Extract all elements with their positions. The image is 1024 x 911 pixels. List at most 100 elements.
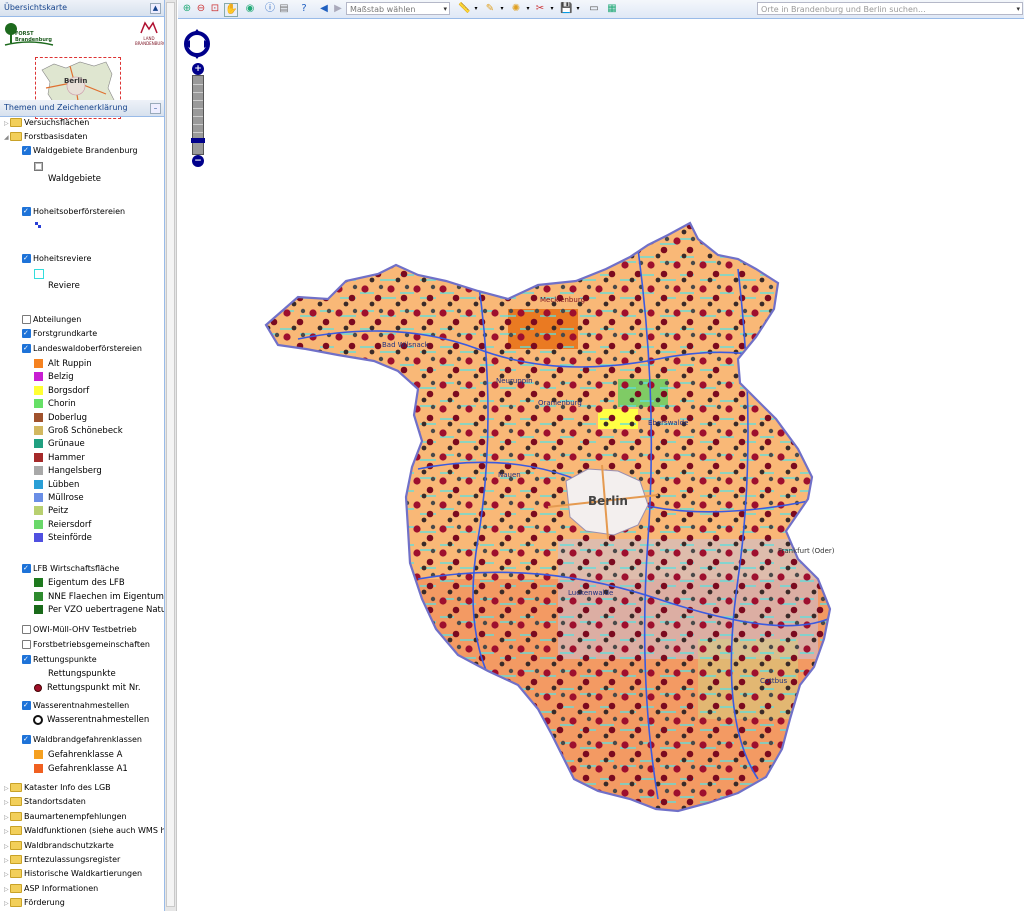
folder-icon <box>10 826 22 836</box>
map-export-icon[interactable]: ▦ <box>606 3 618 15</box>
layer-wasserentnahmestellen[interactable]: Wasserentnahmestellen <box>22 699 129 712</box>
folder-label: Standortsdaten <box>24 797 86 807</box>
waldbrand-legend-item: Gefahrenklasse A1 <box>34 763 128 776</box>
folder-label: Versuchsflächen <box>24 118 90 127</box>
legend-label: Belzig <box>48 372 74 383</box>
folder-icon <box>10 840 22 850</box>
folder-label: Waldfunktionen (siehe auch WMS hinz <box>24 826 165 836</box>
layer-hoheitsoberfoerstereien[interactable]: Hoheitsoberförstereien <box>22 205 125 218</box>
folder-icon <box>10 869 22 879</box>
layer-waldgebiete[interactable]: Waldgebiete Brandenburg <box>22 144 138 157</box>
themes-collapse-button[interactable]: – <box>150 103 161 114</box>
legend-swatch-icon <box>34 399 43 409</box>
layer-landeswaldoberfoerstereien[interactable]: Landeswaldoberförstereien <box>22 342 142 355</box>
layer-checkbox[interactable] <box>22 342 31 355</box>
layer-checkbox[interactable] <box>22 144 31 157</box>
highlight-icon[interactable]: ✺ <box>510 3 522 15</box>
layer-forstbetriebsgemeinschaften[interactable]: Forstbetriebsgemeinschaften <box>22 638 150 651</box>
tree-folder[interactable]: ▷ Historische Waldkartierungen <box>4 867 142 880</box>
forst-logo-text: FORST Brandenburg <box>15 31 52 43</box>
legend-label: Peitz <box>48 506 69 517</box>
left-panel: Übersichtskarte ▲ FORST Brandenburg LAND… <box>0 0 165 911</box>
legend-label: Lübben <box>48 479 80 490</box>
chevron-down-icon[interactable]: ▾ <box>572 3 584 15</box>
landeswald-legend-item: Groß Schönebeck <box>34 425 123 438</box>
tree-folder-forstbasisdaten[interactable]: ◢ Forstbasisdaten <box>4 130 87 143</box>
layer-checkbox[interactable] <box>22 699 31 712</box>
folder-open-icon <box>10 132 22 141</box>
chevron-down-icon[interactable]: ▾ <box>470 3 482 15</box>
legend-label: Wasserentnahmestellen <box>47 715 150 725</box>
tree-folder[interactable]: ▷ Baumartenempfehlungen <box>4 810 127 823</box>
layer-owi-muell[interactable]: OWI-Müll-OHV Testbetrieb <box>22 623 137 636</box>
tree-folder[interactable]: ▷ Förderung <box>4 896 65 909</box>
tree-folder[interactable]: ▷ Erntezulassungsregister <box>4 853 120 866</box>
layer-rettungspunkte[interactable]: Rettungspunkte <box>22 653 97 666</box>
tree-folder[interactable]: ▷ Waldbrandschutzkarte <box>4 839 114 852</box>
help-icon[interactable]: ? <box>298 3 310 15</box>
left-panel-scrollbar[interactable] <box>165 0 177 911</box>
zoom-in-icon[interactable]: ⊕ <box>181 3 193 15</box>
waldbrand-legend-item: Gefahrenklasse A <box>34 749 122 762</box>
measure-icon[interactable]: 📏 <box>458 3 470 15</box>
layer-forstgrundkarte[interactable]: Forstgrundkarte <box>22 327 97 340</box>
tree-folder-versuchsflaechen[interactable]: ▷ Versuchsflächen <box>4 116 89 129</box>
chevron-down-icon[interactable]: ▾ <box>546 3 558 15</box>
layer-hoheitsreviere[interactable]: Hoheitsreviere <box>22 252 91 265</box>
layer-checkbox[interactable] <box>22 562 31 575</box>
themes-title: Themen und Zeichenerklärung <box>4 103 128 112</box>
legend-rettungspunkte-title: Rettungspunkte <box>48 669 116 679</box>
legend-label: Grünaue <box>48 439 85 450</box>
layer-lfb-wirtschaftsflaeche[interactable]: LFB Wirtschaftsfläche <box>22 562 119 575</box>
legend-label: NNE Flaechen im Eigentum <box>48 591 164 602</box>
layer-label: LFB Wirtschaftsfläche <box>33 564 120 573</box>
eraser-icon[interactable]: ✂ <box>534 3 546 15</box>
forward-arrow-icon[interactable]: ▶ <box>332 3 344 15</box>
zoom-box-icon[interactable]: ⊡ <box>209 3 221 15</box>
overview-map[interactable]: FORST Brandenburg LAND BRANDENBURG Berli… <box>0 17 164 119</box>
pan-hand-icon[interactable]: ✋ <box>224 3 238 17</box>
scale-select[interactable]: Maßstab wählen ▾ <box>346 2 450 15</box>
overview-header: Übersichtskarte ▲ <box>0 0 164 17</box>
search-placeholder: Orte in Brandenburg und Berlin suchen... <box>761 5 926 14</box>
tree-folder[interactable]: ▷ Kataster Info des LGB <box>4 781 111 794</box>
pencil-icon[interactable]: ✎ <box>484 3 496 15</box>
info-icon[interactable]: ⓘ <box>264 3 276 15</box>
chevron-down-icon[interactable]: ▾ <box>496 3 508 15</box>
overview-collapse-button[interactable]: ▲ <box>150 3 161 14</box>
tree-folder[interactable]: ▷ Standortsdaten <box>4 795 86 808</box>
landeswald-legend-item: Hammer <box>34 452 85 465</box>
layer-label: Forstgrundkarte <box>33 329 98 338</box>
legend-label: Groß Schönebeck <box>48 426 123 436</box>
zoom-out-icon[interactable]: ⊖ <box>195 3 207 15</box>
tree-folder[interactable]: ▷ Waldfunktionen (siehe auch WMS hinz <box>4 824 165 837</box>
layer-checkbox[interactable] <box>22 733 31 746</box>
place-search-input[interactable]: Orte in Brandenburg und Berlin suchen...… <box>757 2 1023 15</box>
scrollbar-thumb[interactable] <box>166 2 175 907</box>
layer-checkbox[interactable] <box>22 640 31 649</box>
full-extent-icon[interactable]: ◉ <box>244 3 256 15</box>
layer-checkbox[interactable] <box>22 252 31 265</box>
back-arrow-icon[interactable]: ◀ <box>318 3 330 15</box>
layer-checkbox[interactable] <box>22 625 31 634</box>
map-place-label: Nauen <box>498 471 521 479</box>
layer-checkbox[interactable] <box>22 315 31 324</box>
map-canvas[interactable]: + − Berlin Mecklenburg Bad Wilsnack Neur… <box>178 19 1024 911</box>
chevron-down-icon[interactable]: ▾ <box>522 3 534 15</box>
map-place-label: Oranienburg <box>538 399 582 407</box>
print-icon[interactable]: ▭ <box>588 3 600 15</box>
layer-checkbox[interactable] <box>22 653 31 666</box>
tree-folder[interactable]: ▷ ASP Informationen <box>4 882 98 895</box>
legend-label: Eigentum des LFB <box>48 578 125 588</box>
save-icon[interactable]: 💾 <box>560 3 572 15</box>
document-icon[interactable]: ▤ <box>278 3 290 15</box>
legend-label: Gefahrenklasse A <box>48 750 123 760</box>
legend-swatch-icon <box>34 426 43 435</box>
layer-checkbox[interactable] <box>22 327 31 340</box>
layer-waldbrandgefahrenklassen[interactable]: Waldbrandgefahrenklassen <box>22 733 142 746</box>
legend-swatch-icon <box>34 605 43 614</box>
layer-abteilungen[interactable]: Abteilungen <box>22 313 81 326</box>
layer-checkbox[interactable] <box>22 205 31 218</box>
legend-swatch-icon <box>34 750 43 759</box>
folder-icon <box>10 855 22 864</box>
